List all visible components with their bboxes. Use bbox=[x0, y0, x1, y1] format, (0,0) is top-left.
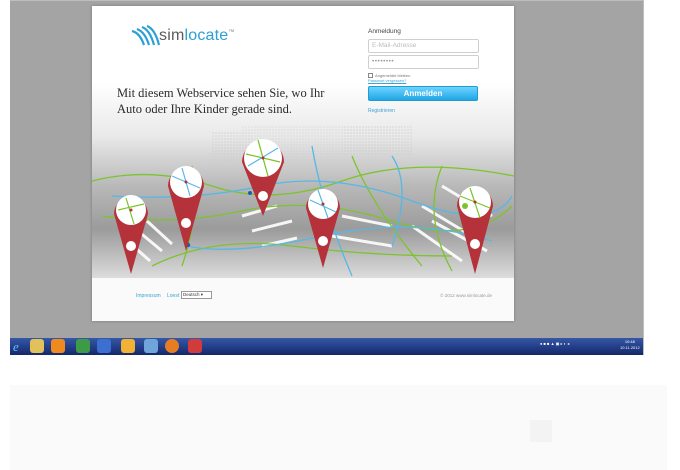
frame-top-border bbox=[10, 0, 643, 1]
below-screen-area bbox=[10, 355, 667, 470]
desk-surface bbox=[10, 385, 667, 470]
browser-page: simlocate™ Mit diesem Webservice sehen S… bbox=[92, 6, 514, 321]
logo-text-suffix: locate bbox=[184, 27, 229, 44]
email-field[interactable]: E-Mail-Adresse bbox=[368, 39, 479, 53]
copyright-text: © 2012 www.simlocate.de bbox=[440, 293, 492, 298]
windows-explorer-icon[interactable] bbox=[30, 339, 44, 353]
page-footer: Impressum Loest Deutsch ▾ © 2012 www.sim… bbox=[92, 278, 514, 321]
map-pin-car[interactable] bbox=[242, 139, 284, 216]
svg-text:e: e bbox=[13, 339, 19, 353]
signal-waves-icon bbox=[131, 25, 160, 46]
chevron-down-icon: ▾ bbox=[200, 292, 204, 297]
loest-link[interactable]: Loest bbox=[167, 293, 179, 299]
internet-explorer-icon[interactable]: e bbox=[12, 339, 26, 354]
monitor-screen: simlocate™ Mit diesem Webservice sehen S… bbox=[10, 0, 643, 338]
frame-right-border bbox=[643, 0, 644, 355]
map-pin-person[interactable] bbox=[168, 166, 204, 251]
media-player-icon[interactable] bbox=[51, 339, 65, 353]
excel-icon[interactable] bbox=[76, 339, 90, 353]
login-title: Anmeldung bbox=[368, 28, 401, 35]
clock-date: 10.11.2012 bbox=[620, 345, 640, 350]
taskbar: e ● ■ ■ ▲ ▣ ▸ ◐ ◂ 10:48 10.11.2012 bbox=[10, 338, 643, 355]
register-link[interactable]: Registrieren bbox=[368, 108, 478, 114]
logo-text: simlocate™ bbox=[159, 27, 235, 45]
map-illustration bbox=[92, 126, 514, 277]
login-panel: Anmeldung E-Mail-Adresse •••••••• Angeme… bbox=[368, 28, 479, 114]
tagline: Mit diesem Webservice sehen Sie, wo Ihr … bbox=[117, 86, 325, 116]
system-tray[interactable]: ● ■ ■ ▲ ▣ ▸ ◐ ◂ bbox=[540, 341, 569, 346]
word-icon[interactable] bbox=[97, 339, 111, 353]
outlook-icon[interactable] bbox=[121, 339, 135, 353]
hero-section: simlocate™ Mit diesem Webservice sehen S… bbox=[92, 6, 514, 278]
firefox-icon[interactable] bbox=[165, 339, 179, 353]
forgot-password-link[interactable]: Passwort vergessen? bbox=[368, 78, 478, 83]
acrobat-icon[interactable] bbox=[188, 339, 202, 353]
logo-text-prefix: sim bbox=[159, 27, 185, 44]
clock[interactable]: 10:48 10.11.2012 bbox=[620, 339, 640, 351]
reflection-tile bbox=[530, 420, 552, 442]
language-select[interactable]: Deutsch ▾ bbox=[181, 291, 212, 299]
password-field[interactable]: •••••••• bbox=[368, 55, 479, 69]
language-selected: Deutsch bbox=[183, 292, 200, 297]
trademark-mark: ™ bbox=[228, 29, 235, 36]
simlocate-logo[interactable]: simlocate™ bbox=[130, 23, 250, 55]
map-pin-dog[interactable] bbox=[306, 189, 340, 268]
imprint-link[interactable]: Impressum bbox=[136, 293, 161, 299]
login-button[interactable]: Anmelden bbox=[368, 86, 478, 101]
tray-icons: ● ■ ■ ▲ ▣ ▸ ◐ ◂ bbox=[540, 341, 570, 346]
paint-icon[interactable] bbox=[144, 339, 158, 353]
